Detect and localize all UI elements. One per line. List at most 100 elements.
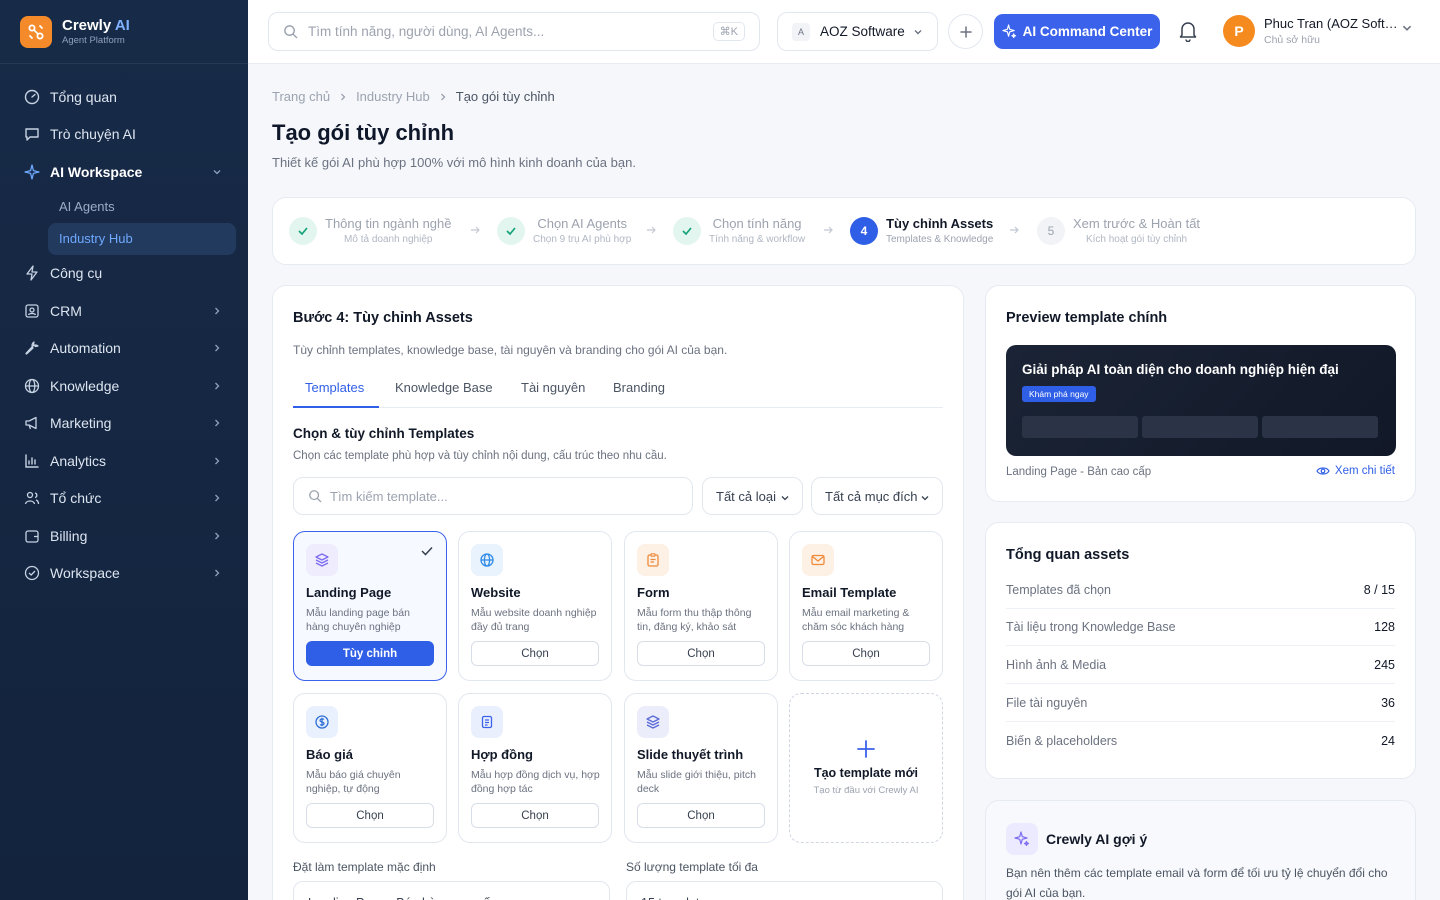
sidebar-item-cong-cu[interactable]: Công cụ [12, 255, 236, 293]
sidebar-item-ai-workspace[interactable]: AI Workspace [12, 153, 236, 191]
sidebar-item-marketing[interactable]: Marketing [12, 405, 236, 443]
chevron-down-icon[interactable] [1401, 22, 1413, 34]
chat-icon [25, 128, 39, 141]
template-card-landing-page[interactable]: Landing Page Mẫu landing page bán hàng c… [293, 531, 447, 681]
sidebar-item-workspace[interactable]: Workspace [12, 555, 236, 593]
step-4[interactable]: 4 Tùy chỉnh Assets Templates & Knowledge [850, 216, 993, 245]
template-description: Mẫu landing page bán hàng chuyên nghiệp [306, 607, 410, 633]
global-search[interactable]: Tìm tính năng, người dùng, AI Agents... … [268, 12, 760, 51]
card-title: Bước 4: Tùy chỉnh Assets [293, 310, 473, 326]
template-description: Mẫu báo giá chuyên nghiệp, tự động [306, 769, 401, 795]
tab-branding[interactable]: Branding [613, 380, 665, 395]
sidebar-subitem-industry-hub[interactable]: Industry Hub [48, 222, 236, 255]
sidebar-item-label: Knowledge [50, 377, 120, 394]
chevron-down-icon [921, 496, 929, 501]
select-button[interactable]: Chọn [637, 803, 765, 828]
user-menu[interactable]: P Phuc Tran (AOZ Software) Chủ sở hữu [1223, 15, 1398, 47]
template-card-form[interactable]: Form Mẫu form thu thập thông tin, đăng k… [624, 531, 778, 681]
preview-card: Preview template chính Giải pháp AI toàn… [985, 285, 1416, 502]
sidebar-item-label: CRM [50, 302, 82, 319]
template-description: Mẫu website doanh nghiệp đầy đủ trang [471, 607, 597, 633]
section-title: Chọn & tùy chỉnh Templates [293, 426, 475, 441]
check-circle-icon [24, 566, 40, 581]
sidebar-item-automation[interactable]: Automation [12, 330, 236, 368]
org-badge: A [792, 22, 810, 41]
template-card-website[interactable]: Website Mẫu website doanh nghiệp đầy đủ … [458, 531, 612, 681]
breadcrumb-home[interactable]: Trang chủ [272, 89, 330, 104]
assets-overview-card: Tổng quan assets Templates đã chọn 8 / 15… [985, 522, 1416, 779]
clipboard-icon [637, 544, 669, 576]
step-1[interactable]: Thông tin ngành nghề Mô tả doanh nghiệp [289, 216, 452, 245]
step-2[interactable]: Chọn AI Agents Chọn 9 trụ AI phù hợp [497, 216, 631, 245]
default-template-select[interactable]: Landing Page - Bán hàng cao cấp [293, 881, 610, 900]
overview-label: Biến & placeholders [1006, 734, 1118, 748]
step-subtitle: Kích hoạt gói tùy chỉnh [1085, 234, 1188, 245]
select-button[interactable]: Chọn [306, 803, 434, 828]
select-button[interactable]: Chọn [471, 803, 599, 828]
template-card-slide[interactable]: Slide thuyết trình Mẫu slide giới thiệu,… [624, 693, 778, 843]
layers-icon [637, 706, 669, 738]
plus-icon [857, 740, 875, 758]
template-card-bao-gia[interactable]: Báo giá Mẫu báo giá chuyên nghiệp, tự độ… [293, 693, 447, 843]
create-template-card[interactable]: Tạo template mới Tạo từ đầu với Crewly A… [789, 693, 943, 843]
template-card-hop-dong[interactable]: Hợp đồng Mẫu hợp đồng dịch vụ, hợp đồng … [458, 693, 612, 843]
template-name: Form [637, 585, 670, 600]
sidebar-item-label: Billing [50, 527, 88, 544]
select-button[interactable]: Chọn [802, 641, 930, 666]
brand-subtitle: Agent Platform [62, 34, 125, 46]
step-5[interactable]: 5 Xem trước & Hoàn tất Kích hoạt gói tùy … [1037, 216, 1200, 245]
search-placeholder: Tìm tính năng, người dùng, AI Agents... [308, 24, 545, 39]
bar-chart-icon [25, 454, 39, 468]
preview-block [1262, 416, 1378, 438]
sidebar-subitem-ai-agents[interactable]: AI Agents [12, 191, 236, 223]
filter-purpose-select[interactable]: Tất cả mục đích [811, 477, 943, 515]
template-search-input[interactable]: Tìm kiếm template... [293, 477, 693, 515]
overview-row: Templates đã chọn 8 / 15 [1006, 571, 1395, 609]
overview-value: 128 [1374, 619, 1395, 634]
view-details-link[interactable]: Xem chi tiết [1316, 465, 1395, 477]
overview-value: 24 [1381, 734, 1395, 748]
customize-button[interactable]: Tùy chỉnh [306, 641, 434, 666]
sidebar-item-billing[interactable]: Billing [12, 517, 236, 555]
step-3[interactable]: Chọn tính năng Tính năng & workflow [673, 216, 805, 245]
sidebar-item-tro-chuyen-ai[interactable]: Trò chuyện AI [12, 116, 236, 154]
user-name: Phuc Tran (AOZ Software) [1264, 16, 1398, 31]
sidebar-item-knowledge[interactable]: Knowledge [12, 367, 236, 405]
tab-templates[interactable]: Templates [305, 380, 364, 395]
crewly-logo-icon [20, 15, 52, 48]
overview-label: File tài nguyên [1006, 695, 1088, 710]
max-template-select[interactable]: 15 templates [626, 881, 943, 900]
suggestion-title: Crewly AI gợi ý [1046, 831, 1148, 847]
sparkle-icon [1001, 24, 1016, 39]
check-icon [673, 216, 701, 245]
breadcrumb-industry-hub[interactable]: Industry Hub [356, 89, 430, 104]
chevron-right-icon [215, 344, 220, 352]
add-button[interactable] [948, 14, 983, 49]
bell-icon[interactable] [1178, 20, 1198, 42]
filter-type-select[interactable]: Tất cả loại [702, 477, 803, 515]
sidebar-item-label: Tổ chức [50, 490, 102, 507]
page-title: Tạo gói tùy chỉnh [272, 120, 455, 145]
ai-command-center-button[interactable]: AI Command Center [994, 14, 1160, 49]
tab-knowledge-base[interactable]: Knowledge Base [395, 380, 493, 395]
brand[interactable]: Crewly AI Agent Platform [0, 0, 248, 64]
brand-name: Crewly AI [62, 16, 130, 34]
sidebar-item-analytics[interactable]: Analytics [12, 442, 236, 480]
select-button[interactable]: Chọn [637, 641, 765, 666]
tab-tai-nguyen[interactable]: Tài nguyên [521, 380, 585, 395]
sidebar-item-label: Tổng quan [50, 88, 117, 105]
step-subtitle: Mô tả doanh nghiệp [344, 234, 433, 245]
arrow-right-icon [471, 226, 480, 234]
sidebar-item-to-chuc[interactable]: Tổ chức [12, 480, 236, 518]
sidebar-item-crm[interactable]: CRM [12, 292, 236, 330]
users-icon [24, 492, 40, 505]
select-button[interactable]: Chọn [471, 641, 599, 666]
sparkle-icon [24, 164, 40, 180]
template-preview[interactable]: Giải pháp AI toàn diện cho doanh nghiệp … [1006, 345, 1396, 456]
brand-name-ai: AI [114, 16, 130, 34]
wrench-icon [25, 341, 39, 355]
sidebar-item-tong-quan[interactable]: Tổng quan [12, 78, 236, 116]
template-card-email[interactable]: Email Template Mẫu email marketing & chă… [789, 531, 943, 681]
org-switcher[interactable]: A AOZ Software [777, 12, 938, 51]
step-title: Tùy chỉnh Assets [886, 216, 994, 231]
